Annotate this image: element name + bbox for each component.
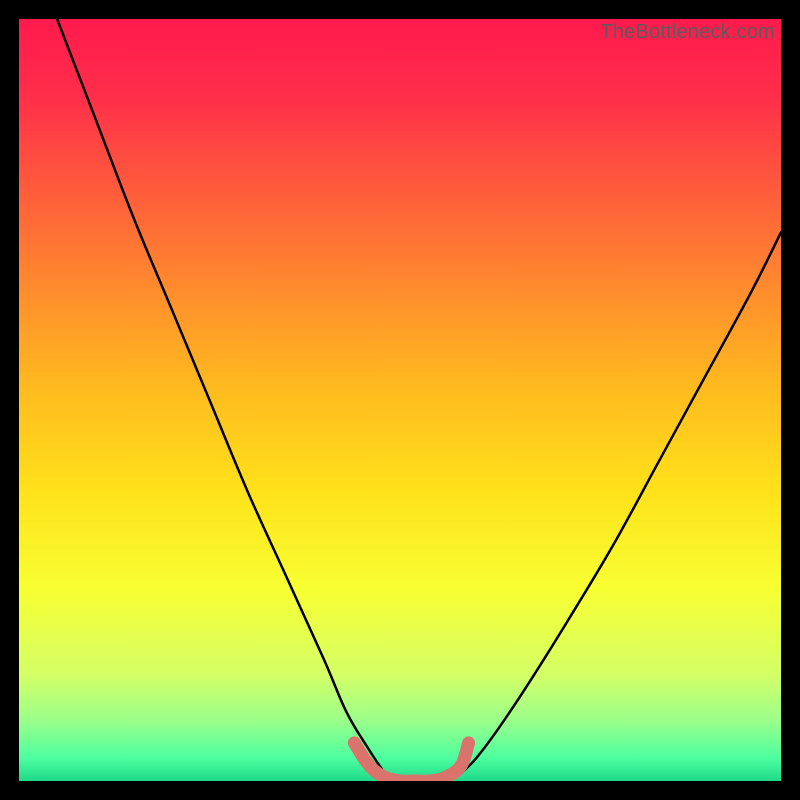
chart-frame: TheBottleneck.com (19, 19, 781, 781)
valley-accent-path (354, 743, 468, 781)
left-curve-path (57, 19, 385, 773)
right-curve-path (461, 232, 781, 773)
watermark-text: TheBottleneck.com (600, 21, 775, 44)
bottleneck-curve (19, 19, 781, 781)
